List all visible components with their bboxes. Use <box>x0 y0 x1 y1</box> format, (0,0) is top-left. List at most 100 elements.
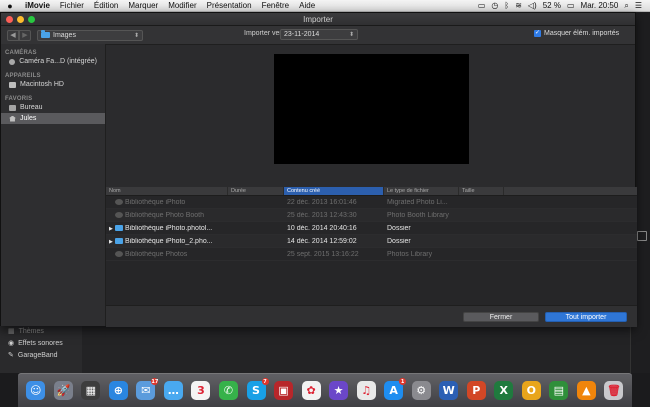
dock-glyph: … <box>167 384 179 397</box>
app-menu[interactable]: iMovie <box>20 1 55 10</box>
column-header-created[interactable]: Contenu créé <box>284 187 384 195</box>
sidebar-item-bureau[interactable]: Bureau <box>1 102 105 113</box>
mission-control-icon[interactable]: ▦ <box>81 381 101 400</box>
desktop-icon <box>9 104 16 111</box>
library-item-sound-effects[interactable]: ◉ Effets sonores <box>0 337 82 349</box>
column-headers: Nom Durée Contenu créé Le type de fichie… <box>106 187 637 196</box>
menu-presentation[interactable]: Présentation <box>202 1 257 10</box>
home-icon <box>9 115 16 122</box>
apple-menu-icon[interactable]: ● <box>0 1 20 11</box>
dock-glyph: P <box>472 384 481 397</box>
table-row[interactable]: Bibliothèque iPhoto 22 déc. 2013 16:01:46… <box>106 196 637 209</box>
imovie-icon[interactable]: ★ <box>329 381 349 400</box>
file-type-cell: Photos Library <box>387 250 433 258</box>
table-row[interactable]: Bibliothèque Photos 25 sept. 2015 13:16:2… <box>106 248 637 261</box>
notification-badge: 7 <box>261 378 269 385</box>
dock-glyph: ▦ <box>85 384 97 397</box>
battery-percent[interactable]: 52 % <box>543 1 561 10</box>
file-type-cell: Dossier <box>387 224 411 232</box>
menu-fenetre[interactable]: Fenêtre <box>257 1 295 10</box>
word-icon[interactable]: W <box>439 381 459 400</box>
photos-icon[interactable]: ✿ <box>301 381 321 400</box>
file-rows: Bibliothèque iPhoto 22 déc. 2013 16:01:46… <box>106 196 637 261</box>
hide-imported-checkbox[interactable]: ✓ Masquer élém. importés <box>534 30 619 37</box>
calendar-icon[interactable]: 3 <box>191 381 211 400</box>
column-header-name[interactable]: Nom <box>106 187 228 195</box>
garageband-icon: ✎ <box>8 352 14 359</box>
hide-imported-label: Masquer élém. importés <box>544 30 620 37</box>
location-select[interactable]: Images ⬍ <box>37 29 143 41</box>
office-icon[interactable]: O <box>521 381 541 400</box>
finder-icon[interactable]: ☺ <box>26 381 46 400</box>
trash-icon[interactable]: 🗑 <box>604 381 624 400</box>
app-store-icon[interactable]: A1 <box>384 378 407 400</box>
clock[interactable]: Mar. 20:50 <box>581 1 619 10</box>
sidebar-item-facetime-camera[interactable]: Caméra Fa...D (intégrée) <box>1 56 105 67</box>
import-all-button[interactable]: Tout importer <box>545 312 627 322</box>
column-header-size[interactable]: Taille <box>459 187 504 195</box>
search-icon[interactable]: ⌕ <box>624 1 628 11</box>
file-name: Bibliothèque iPhoto <box>125 198 186 206</box>
facetime-icon[interactable]: ✆ <box>218 381 238 400</box>
column-header-type[interactable]: Le type de fichier <box>384 187 459 195</box>
dock-glyph: ▤ <box>553 384 565 397</box>
messages-icon[interactable]: … <box>163 381 183 400</box>
skype-icon[interactable]: S7 <box>246 378 269 400</box>
wifi-icon[interactable]: ≋ <box>515 1 522 10</box>
mail-icon[interactable]: ✉ 17 <box>136 378 159 400</box>
excel-icon[interactable]: X <box>494 381 514 400</box>
column-header-duration[interactable]: Durée <box>228 187 284 195</box>
dock-glyph: ⊕ <box>113 384 123 397</box>
file-name: Bibliothèque Photos <box>125 250 188 258</box>
import-dialog: Importer ◀ ▶ Images ⬍ Importer vers : 23… <box>0 12 637 327</box>
itunes-icon[interactable]: ♫ <box>356 381 376 400</box>
library-icon <box>115 250 123 257</box>
menu-bar: ● iMovie Fichier Édition Marquer Modifie… <box>0 0 650 12</box>
menu-marquer[interactable]: Marquer <box>123 1 163 10</box>
sidebar-item-jules[interactable]: Jules <box>1 113 105 124</box>
sidebar-item-macintosh-hd[interactable]: Macintosh HD <box>1 79 105 90</box>
panel-toggle-icon[interactable] <box>637 231 647 241</box>
close-button[interactable]: Fermer <box>463 312 539 322</box>
notification-badge: 17 <box>151 378 159 385</box>
activity-monitor-icon[interactable]: ▤ <box>549 381 569 400</box>
status-area: ▭ ◷ ᛒ ≋ ◁) 52 % ▭ Mar. 20:50 ⌕ ☰ <box>478 1 650 11</box>
vlc-icon[interactable]: ▲ <box>576 381 596 400</box>
menu-modifier[interactable]: Modifier <box>163 1 201 10</box>
dock-glyph: ♫ <box>361 384 372 397</box>
disk-icon <box>9 81 16 88</box>
table-row[interactable]: ▶ Bibliothèque iPhoto_2.pho... 14 déc. 201… <box>106 235 637 248</box>
file-created-cell: 22 déc. 2013 16:01:46 <box>287 198 357 206</box>
file-name-cell: Bibliothèque Photos <box>106 251 228 258</box>
back-button[interactable]: ◀ <box>7 29 19 41</box>
library-item-garageband[interactable]: ✎ GarageBand <box>0 349 82 361</box>
event-select[interactable]: 23-11-2014 ⬍ <box>280 29 358 40</box>
notification-center-icon[interactable]: ☰ <box>635 1 642 10</box>
screen-mirror-icon[interactable]: ▭ <box>478 1 486 10</box>
themes-icon: ▦ <box>8 328 15 335</box>
table-row[interactable]: ▶ Bibliothèque iPhoto.photol... 10 déc. 20… <box>106 222 637 235</box>
checkbox-checked-icon[interactable]: ✓ <box>534 30 541 37</box>
library-item-themes[interactable]: ▦ Thèmes <box>0 325 82 337</box>
launchpad-icon[interactable]: 🚀 <box>53 381 73 400</box>
dock-glyph: ✆ <box>223 384 234 397</box>
menu-edition[interactable]: Édition <box>89 1 123 10</box>
file-created-cell: 14 déc. 2014 12:59:02 <box>287 237 357 245</box>
dock-glyph: ✉ <box>141 384 151 397</box>
table-row[interactable]: Bibliothèque Photo Booth 25 déc. 2013 12:… <box>106 209 637 222</box>
sync-icon[interactable]: ◷ <box>491 1 498 10</box>
bluetooth-icon[interactable]: ᛒ <box>504 1 509 10</box>
system-preferences-icon[interactable]: ⚙ <box>411 381 431 400</box>
volume-icon[interactable]: ◁) <box>528 1 537 10</box>
menu-aide[interactable]: Aide <box>294 1 320 10</box>
dock-glyph: 🚀 <box>56 384 71 397</box>
powerpoint-icon[interactable]: P <box>466 381 486 400</box>
forward-button[interactable]: ▶ <box>19 29 31 41</box>
battery-icon[interactable]: ▭ <box>567 1 575 10</box>
menu-fichier[interactable]: Fichier <box>55 1 89 10</box>
safari-icon[interactable]: ⊕ <box>108 381 128 400</box>
updown-chevron-icon: ⬍ <box>133 32 139 39</box>
file-name: Bibliothèque Photo Booth <box>125 211 205 219</box>
photo-booth-icon[interactable]: ▣ <box>274 381 294 400</box>
file-created-cell: 25 déc. 2013 12:43:30 <box>287 211 357 219</box>
